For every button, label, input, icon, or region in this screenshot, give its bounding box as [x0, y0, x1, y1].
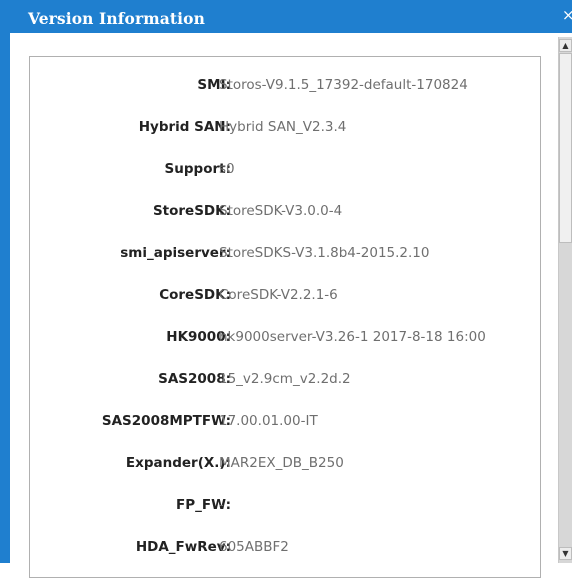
- up-arrow-icon[interactable]: ▲: [559, 39, 572, 52]
- version-row: HDA_FwRev: 605ABBF2: [30, 539, 540, 559]
- version-row: StoreSDK: StoreSDK-V3.0.0-4: [30, 203, 540, 223]
- version-value: Storos-V9.1.5_17392-default-170824: [219, 77, 468, 93]
- version-label: HDA_FwRev:: [135, 539, 231, 555]
- version-panel: SMI: Storos-V9.1.5_17392-default-170824 Hy…: [29, 56, 541, 578]
- version-row: CoreSDK: CoreSDK-V2.2.1-6: [30, 287, 540, 307]
- version-row: Hybrid SAN: Hybrid SAN_V2.3.4: [30, 119, 540, 139]
- scrollbar-thumb[interactable]: [559, 53, 572, 243]
- close-icon[interactable]: ×: [562, 6, 572, 24]
- version-row: Support: s0: [30, 161, 540, 181]
- version-value: MAR2EX_DB_B250: [219, 455, 344, 471]
- version-label: Hybrid SAN:: [138, 119, 231, 135]
- version-row: FP_FW: -: [30, 497, 540, 517]
- version-row: HK9000: hk9000server-V3.26-1 2017-8-18 16…: [30, 329, 540, 349]
- version-information-dialog: Version Information × SMI: Storos-V9.1.5_…: [0, 0, 572, 578]
- dialog-body: SMI: Storos-V9.1.5_17392-default-170824 Hy…: [10, 33, 572, 578]
- version-label: SAS2008MPTFW:: [101, 413, 231, 429]
- version-value: 15_v2.9cm_v2.2d.2: [219, 371, 351, 387]
- version-row: SMI: Storos-V9.1.5_17392-default-170824: [30, 77, 540, 97]
- vertical-scrollbar[interactable]: ▲ ▼: [558, 37, 572, 563]
- version-row: SAS2008MPTFW: 17.00.01.00-IT: [30, 413, 540, 433]
- version-label: Expander(X.):: [125, 455, 231, 471]
- version-value: StoreSDKS-V3.1.8b4-2015.2.10: [219, 245, 430, 261]
- version-value: 17.00.01.00-IT: [219, 413, 318, 429]
- version-value: 605ABBF2: [219, 539, 289, 555]
- version-row: SAS2008: 15_v2.9cm_v2.2d.2: [30, 371, 540, 391]
- dialog-title: Version Information: [28, 9, 205, 28]
- version-value: StoreSDK-V3.0.0-4: [219, 203, 343, 219]
- version-value: hk9000server-V3.26-1 2017-8-18 16:00: [219, 329, 486, 345]
- version-value: CoreSDK-V2.2.1-6: [219, 287, 338, 303]
- down-arrow-icon[interactable]: ▼: [559, 547, 572, 560]
- version-value: -: [219, 497, 224, 513]
- version-value: s0: [219, 161, 235, 177]
- version-row: Expander(X.): MAR2EX_DB_B250: [30, 455, 540, 475]
- dialog-titlebar[interactable]: Version Information ×: [0, 0, 572, 33]
- version-value: Hybrid SAN_V2.3.4: [219, 119, 347, 135]
- version-row: smi_apiserver: StoreSDKS-V3.1.8b4-2015.2.…: [30, 245, 540, 265]
- version-label: smi_apiserver:: [120, 245, 231, 261]
